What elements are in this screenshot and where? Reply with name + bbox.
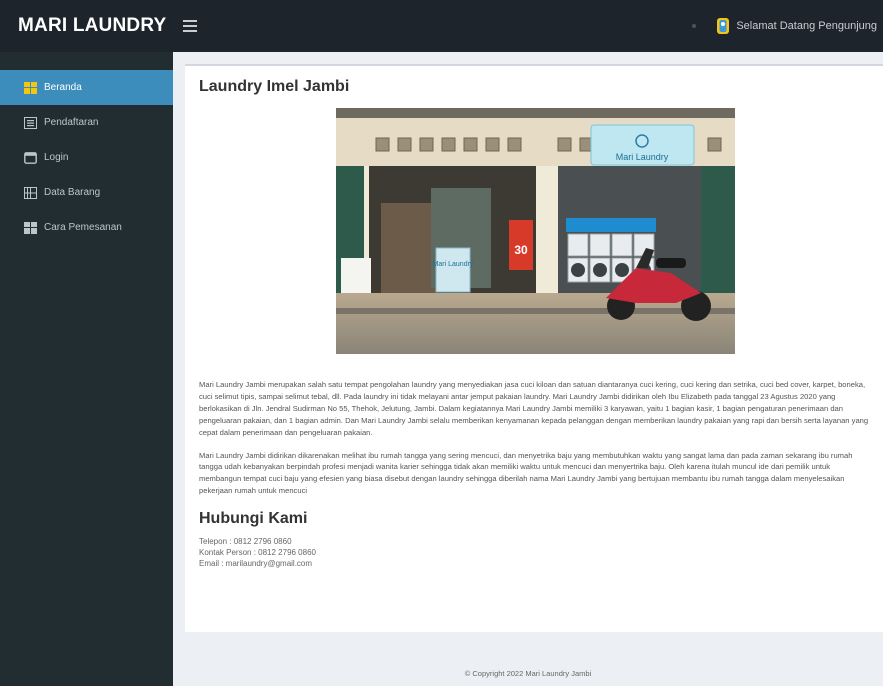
login-window-icon [24,151,37,164]
sidebar-item-label: Pendaftaran [44,117,99,128]
sidebar-item-label: Cara Pemesanan [44,222,122,233]
about-paragraph: Mari Laundry Jambi didirikan dikarenakan… [199,450,853,496]
status-dot [692,24,697,28]
contact-phone: Telepon : 0812 2796 0860 [199,537,292,547]
footer-copyright: © Copyright 2022 Mari Laundry Jambi [464,669,592,678]
contact-email: Email : marilaundry@gmail.com [199,559,313,569]
top-navbar: MARI LAUNDRY Selamat Datang Pengunjung [0,0,883,52]
sidebar-item-pendaftaran[interactable]: Pendaftaran [0,105,173,140]
content-wrapper: Laundry Imel Jambi Mari Laundry Mari Lau… [173,52,883,686]
sidebar-item-cara-pemesanan[interactable]: Cara Pemesanan [0,210,173,245]
sidebar-item-beranda[interactable]: Beranda [0,70,173,105]
sidebar-item-label: Data Barang [44,187,101,198]
door-sign-text: Mari Laundry [433,261,474,268]
shop-sign-text: Mari Laundry [616,152,669,162]
user-menu[interactable]: Selamat Datang Pengunjung [692,17,883,35]
content-box: Laundry Imel Jambi Mari Laundry Mari Lau… [185,64,883,632]
table-grid-icon [24,186,37,199]
sidebar: Beranda Pendaftaran Login Data Barang Ca… [0,52,173,686]
page-title: Laundry Imel Jambi [199,78,350,95]
hamburger-menu-icon[interactable] [183,20,197,32]
sidebar-item-login[interactable]: Login [0,140,173,175]
promo-banner-text: 30 [514,243,528,257]
dashboard-icon [24,81,37,94]
form-list-icon [24,116,37,129]
user-avatar-icon [717,18,730,34]
about-paragraph: Mari Laundry Jambi merupakan salah satu … [199,380,869,437]
sidebar-item-label: Login [44,152,69,163]
sidebar-item-label: Beranda [44,82,82,93]
storefront-photo: Mari Laundry Mari Laundry 30 [336,108,735,354]
sidebar-item-data-barang[interactable]: Data Barang [0,175,173,210]
contact-heading: Hubungi Kami [199,510,308,528]
welcome-text: Selamat Datang Pengunjung [736,20,877,32]
brand-logo[interactable]: MARI LAUNDRY [0,0,173,52]
contact-person: Kontak Person : 0812 2796 0860 [199,548,316,558]
dashboard-icon [24,221,37,234]
